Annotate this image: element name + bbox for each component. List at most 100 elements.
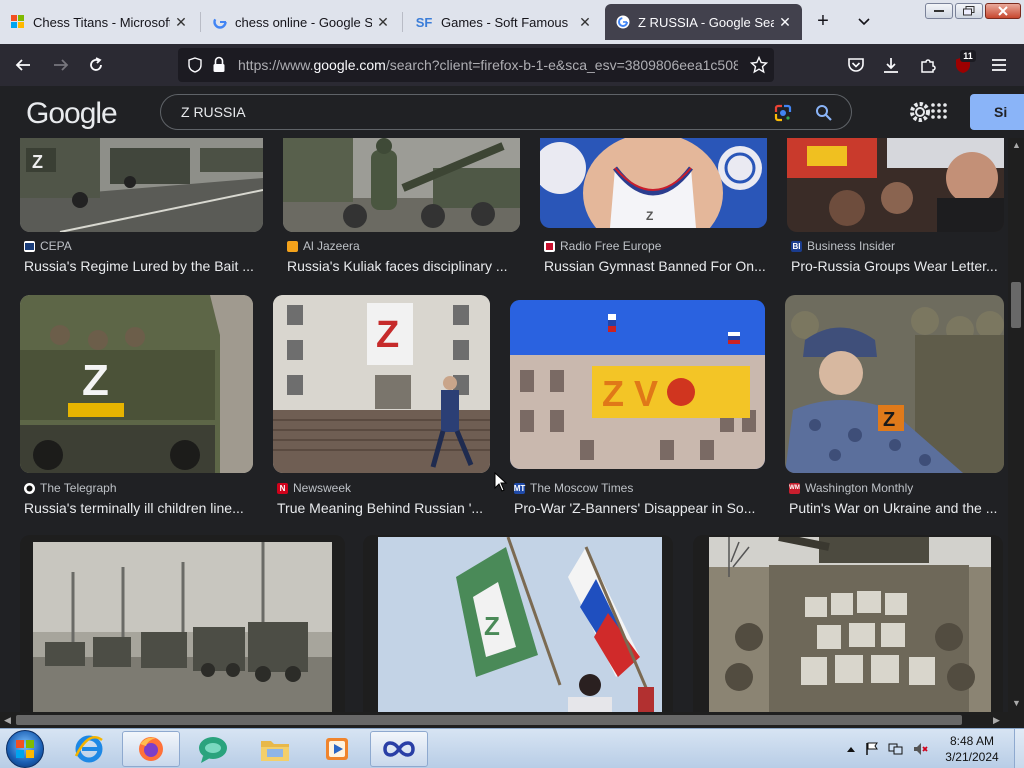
result-title[interactable]: Russia's Kuliak faces disciplinary ... bbox=[287, 258, 527, 274]
result-image[interactable] bbox=[20, 535, 345, 712]
taskbar-firefox[interactable] bbox=[122, 731, 180, 767]
search-icon[interactable] bbox=[815, 104, 833, 122]
result-source[interactable]: The Telegraph bbox=[24, 481, 117, 495]
sign-in-button[interactable]: Si bbox=[970, 94, 1024, 130]
back-button[interactable] bbox=[12, 54, 34, 76]
tab-games-soft-famous[interactable]: SF Games - Soft Famous ✕ bbox=[404, 4, 602, 40]
settings-gear-icon[interactable] bbox=[908, 100, 932, 124]
result-source[interactable]: CEPA bbox=[24, 239, 72, 253]
scroll-right-icon[interactable]: ▶ bbox=[993, 715, 1000, 726]
url-text[interactable]: https://www.google.com/search?client=fir… bbox=[238, 57, 738, 73]
horizontal-scroll-thumb[interactable] bbox=[16, 715, 962, 725]
result-title[interactable]: Russia's Regime Lured by the Bait ... bbox=[24, 258, 264, 274]
result-image[interactable]: Z bbox=[785, 295, 1004, 473]
list-all-tabs-button[interactable] bbox=[852, 10, 876, 34]
result-source[interactable]: Al Jazeera bbox=[287, 239, 360, 253]
result-image[interactable] bbox=[283, 138, 520, 232]
result-title[interactable]: True Meaning Behind Russian '... bbox=[277, 500, 489, 516]
action-center-flag-icon[interactable] bbox=[865, 742, 879, 756]
result-title[interactable]: Russia's terminally ill children line... bbox=[24, 500, 252, 516]
network-icon[interactable] bbox=[888, 742, 904, 756]
result-source[interactable]: BI Business Insider bbox=[791, 239, 895, 253]
horizontal-scrollbar[interactable]: ◀ ▶ bbox=[0, 712, 1008, 728]
scroll-left-icon[interactable]: ◀ bbox=[4, 715, 11, 726]
taskbar-infinity-app[interactable] bbox=[370, 731, 428, 767]
media-player-icon bbox=[326, 738, 348, 760]
infinity-app-icon bbox=[383, 741, 415, 757]
pocket-button[interactable] bbox=[845, 54, 867, 76]
rfe-logo-icon bbox=[544, 240, 555, 252]
reload-button[interactable] bbox=[85, 54, 107, 76]
result-source[interactable]: WM Washington Monthly bbox=[789, 481, 913, 495]
close-tab-icon[interactable]: ✕ bbox=[376, 14, 390, 31]
pocket-icon bbox=[848, 58, 864, 72]
vertical-scrollbar[interactable]: ▲ ▼ bbox=[1008, 138, 1024, 712]
tab-chess-online[interactable]: chess online - Google Sear ✕ bbox=[202, 4, 400, 40]
tab-title: Games - Soft Famous bbox=[441, 14, 569, 30]
shield-icon[interactable] bbox=[188, 57, 202, 73]
zv-banner-text: Z V bbox=[602, 373, 658, 414]
close-tab-icon[interactable]: ✕ bbox=[174, 14, 188, 31]
arrow-left-icon bbox=[15, 59, 30, 71]
result-title[interactable]: Putin's War on Ukraine and the ... bbox=[789, 500, 1003, 516]
close-tab-icon[interactable]: ✕ bbox=[578, 14, 592, 31]
download-icon bbox=[884, 58, 898, 73]
scroll-up-icon[interactable]: ▲ bbox=[1012, 140, 1021, 150]
volume-muted-icon[interactable] bbox=[913, 742, 929, 756]
z-symbol: Z bbox=[376, 314, 399, 356]
result-title[interactable]: Pro-War 'Z-Banners' Disappear in So... bbox=[514, 500, 764, 516]
puzzle-piece-icon bbox=[921, 59, 936, 73]
tab-chess-titans[interactable]: Chess Titans - Microsoft C ✕ bbox=[0, 4, 198, 40]
scroll-down-icon[interactable]: ▼ bbox=[1012, 698, 1021, 708]
search-box[interactable]: Z RUSSIA bbox=[160, 94, 852, 130]
result-image[interactable] bbox=[787, 138, 1004, 232]
source-name: Al Jazeera bbox=[303, 239, 360, 253]
result-image[interactable] bbox=[693, 535, 1003, 712]
show-hidden-icons-icon[interactable] bbox=[846, 745, 856, 753]
result-title[interactable]: Russian Gymnast Banned For On... bbox=[544, 258, 769, 274]
lock-icon[interactable] bbox=[212, 56, 226, 73]
restore-button[interactable] bbox=[955, 3, 983, 19]
forward-button[interactable] bbox=[50, 54, 72, 76]
source-name: The Telegraph bbox=[40, 481, 117, 495]
google-logo[interactable]: Google bbox=[26, 97, 118, 131]
taskbar-clock[interactable]: 8:48 AM 3/21/2024 bbox=[936, 733, 1008, 765]
result-image[interactable]: Z bbox=[20, 295, 253, 473]
result-image[interactable]: Z bbox=[273, 295, 490, 473]
start-button[interactable] bbox=[6, 730, 44, 768]
search-query[interactable]: Z RUSSIA bbox=[181, 104, 246, 120]
result-source[interactable]: MT The Moscow Times bbox=[514, 481, 634, 495]
result-source[interactable]: N Newsweek bbox=[277, 481, 351, 495]
vertical-scroll-thumb[interactable] bbox=[1011, 282, 1021, 328]
taskbar-file-explorer[interactable] bbox=[246, 731, 304, 767]
address-bar[interactable]: https://www.google.com/search?client=fir… bbox=[178, 48, 774, 82]
tab-z-russia[interactable]: Z RUSSIA - Google Search ✕ bbox=[605, 4, 802, 40]
new-tab-button[interactable]: + bbox=[810, 10, 836, 34]
taskbar-chat-app[interactable] bbox=[184, 731, 242, 767]
taskbar-internet-explorer[interactable] bbox=[60, 731, 118, 767]
result-image[interactable]: Z bbox=[363, 535, 673, 712]
z-symbol: Z bbox=[883, 409, 895, 431]
z-symbol: Z bbox=[646, 209, 653, 223]
window-close-button[interactable] bbox=[985, 3, 1021, 19]
bookmark-star-icon[interactable] bbox=[750, 56, 768, 74]
extensions-button[interactable] bbox=[917, 54, 939, 76]
result-image[interactable]: Z bbox=[20, 138, 263, 232]
result-image[interactable]: Z V bbox=[510, 300, 765, 469]
google-lens-icon[interactable] bbox=[773, 103, 793, 123]
source-name: Radio Free Europe bbox=[560, 239, 662, 253]
result-title[interactable]: Pro-Russia Groups Wear Letter... bbox=[791, 258, 1003, 274]
show-desktop-button[interactable] bbox=[1014, 729, 1024, 768]
downloads-button[interactable] bbox=[880, 54, 902, 76]
app-menu-button[interactable] bbox=[988, 54, 1010, 76]
taskbar-media-player[interactable] bbox=[308, 731, 366, 767]
telegraph-logo-icon bbox=[24, 482, 35, 494]
internet-explorer-icon bbox=[74, 735, 103, 763]
close-tab-icon[interactable]: ✕ bbox=[778, 14, 792, 31]
result-image[interactable]: Z bbox=[540, 138, 767, 228]
firefox-icon bbox=[139, 737, 163, 761]
minimize-button[interactable] bbox=[925, 3, 953, 19]
source-name: Business Insider bbox=[807, 239, 896, 253]
result-source[interactable]: Radio Free Europe bbox=[544, 239, 661, 253]
apps-grid-icon[interactable] bbox=[931, 103, 947, 119]
